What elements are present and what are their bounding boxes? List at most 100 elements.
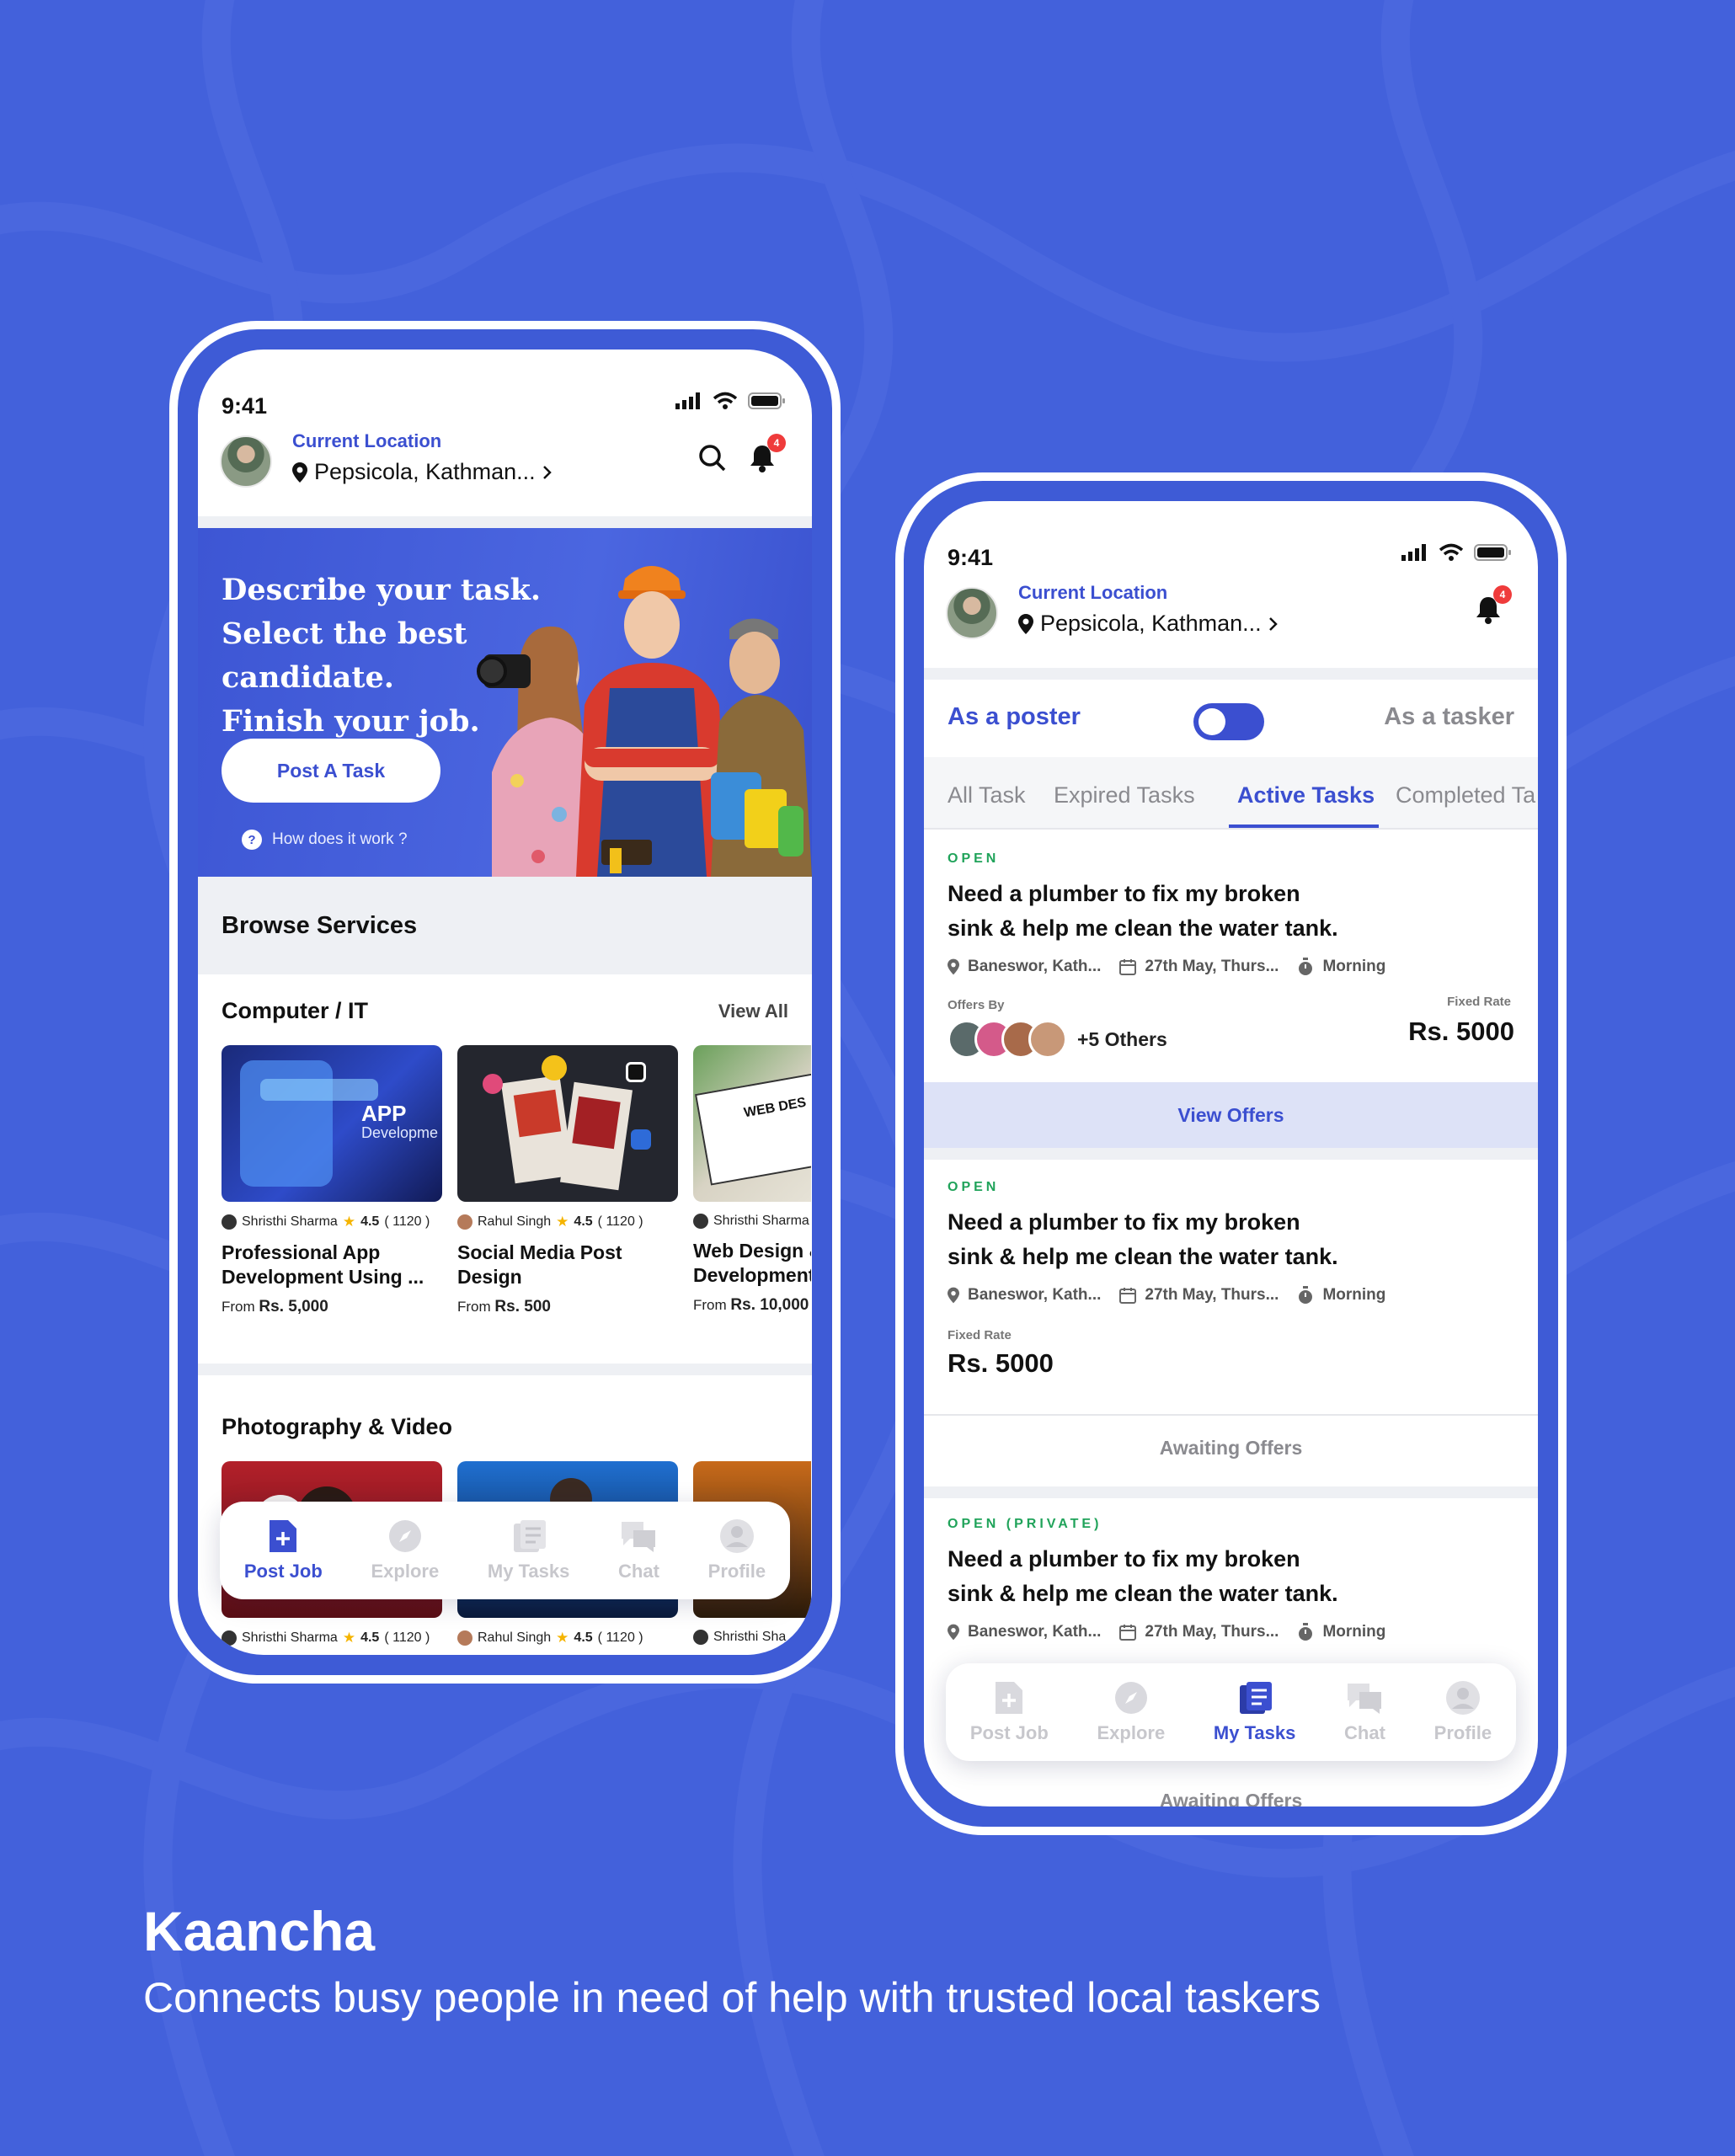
fixed-rate-label: Fixed Rate	[1447, 995, 1511, 1009]
question-icon: ?	[242, 830, 262, 850]
post-a-task-button[interactable]: Post A Task	[222, 739, 440, 803]
user-avatar[interactable]	[946, 587, 998, 639]
nav-post-job[interactable]: Post Job	[970, 1680, 1049, 1744]
provider-name: Shristhi Sharma	[713, 1214, 809, 1228]
nav-explore[interactable]: Explore	[1097, 1680, 1165, 1744]
tab-active-tasks[interactable]: Active Tasks	[1237, 782, 1375, 808]
tab-expired-tasks[interactable]: Expired Tasks	[1054, 782, 1195, 808]
search-button[interactable]	[698, 444, 727, 477]
workers-illustration	[477, 566, 812, 877]
task-meta: Baneswor, Kath... 27th May, Thurs... Mor…	[948, 1623, 1385, 1641]
review-count: ( 1120 )	[384, 1214, 430, 1229]
other-offers-count: +5 Others	[1077, 1028, 1167, 1050]
nav-profile[interactable]: Profile	[1434, 1680, 1492, 1744]
post-job-icon	[996, 1682, 1023, 1714]
chat-icon	[1348, 1684, 1382, 1714]
brand-tagline: Connects busy people in need of help wit…	[143, 1974, 1321, 2021]
signal-icon	[675, 392, 700, 409]
awaiting-offers-status: Awaiting Offers	[924, 1414, 1538, 1480]
provider-name: Rahul Singh	[478, 1214, 552, 1229]
divider	[924, 668, 1538, 680]
service-title: Social Media Post Design	[457, 1241, 622, 1288]
status-bar: 9:41	[198, 350, 812, 425]
task-status: OPEN	[948, 851, 1000, 866]
nav-my-tasks[interactable]: My Tasks	[488, 1518, 569, 1582]
hero-banner: Describe your task. Select the best cand…	[198, 528, 812, 877]
tasks-icon	[513, 1520, 546, 1552]
role-tasker-label[interactable]: As a tasker	[1384, 703, 1514, 731]
task-title: Need a plumber to fix my broken sink & h…	[948, 881, 1338, 941]
chevron-right-icon	[1268, 616, 1278, 631]
nav-profile[interactable]: Profile	[708, 1518, 766, 1582]
status-time: 9:41	[222, 393, 268, 419]
tasks-icon	[1239, 1682, 1272, 1714]
nav-explore[interactable]: Explore	[371, 1518, 439, 1582]
star-icon: ★	[556, 1630, 569, 1646]
task-title: Need a plumber to fix my broken sink & h…	[948, 1546, 1338, 1606]
notifications-button[interactable]: 4	[749, 434, 786, 477]
brand-title: Kaancha	[143, 1900, 376, 1962]
bottom-navigation: Post Job Explore My Tasks Chat Profile	[220, 1502, 790, 1599]
profile-icon	[719, 1519, 754, 1553]
divider	[198, 516, 812, 528]
nav-chat[interactable]: Chat	[1344, 1680, 1385, 1744]
nav-post-job[interactable]: Post Job	[244, 1518, 323, 1582]
notifications-button[interactable]: 4	[1475, 585, 1512, 628]
fixed-rate-label: Fixed Rate	[948, 1328, 1012, 1342]
battery-icon	[1474, 544, 1511, 561]
calendar-icon	[1119, 1288, 1137, 1304]
task-card[interactable]: OPEN Need a plumber to fix my broken sin…	[924, 1160, 1538, 1488]
how-it-works-link[interactable]: ? How does it work ?	[242, 830, 408, 850]
search-icon	[699, 445, 726, 472]
status-time: 9:41	[948, 545, 994, 570]
task-title: Need a plumber to fix my broken sink & h…	[948, 1209, 1338, 1269]
offer-avatars	[948, 1020, 1067, 1059]
map-pin-icon	[948, 1624, 959, 1641]
tab-completed-tasks[interactable]: Completed Ta	[1396, 782, 1535, 808]
tab-all-task[interactable]: All Task	[948, 782, 1026, 808]
stopwatch-icon	[1299, 1286, 1313, 1304]
divider	[198, 1364, 812, 1375]
service-card[interactable]: WEB DES Shristhi Sharma Web Design & Dev…	[693, 1045, 811, 1316]
view-offers-button[interactable]: View Offers	[924, 1082, 1538, 1148]
offers-by-label: Offers By	[948, 998, 1005, 1012]
fixed-rate-value: Rs. 5000	[948, 1348, 1054, 1378]
rating: 4.5	[574, 1630, 593, 1645]
notification-badge: 4	[767, 434, 786, 452]
user-avatar[interactable]	[220, 435, 272, 488]
nav-my-tasks[interactable]: My Tasks	[1214, 1680, 1295, 1744]
phone-my-tasks-screen: 9:41 Current Location Pepsicola, Kathman…	[895, 472, 1567, 1835]
service-title: Professional App Development Using ...	[222, 1241, 424, 1288]
toggle-knob	[1198, 708, 1225, 735]
image-text: APP	[361, 1101, 407, 1126]
image-subtext: Developme	[361, 1124, 439, 1141]
role-toggle[interactable]	[1193, 703, 1264, 740]
nav-chat[interactable]: Chat	[618, 1518, 659, 1582]
task-meta: Baneswor, Kath... 27th May, Thurs... Mor…	[948, 1286, 1385, 1305]
stopwatch-icon	[1299, 958, 1313, 975]
task-card[interactable]: OPEN Need a plumber to fix my broken sin…	[924, 831, 1538, 1151]
section-title: Photography & Video	[222, 1414, 453, 1439]
section-header-photography: Photography & Video	[222, 1414, 788, 1440]
stopwatch-icon	[1299, 1623, 1313, 1641]
star-icon: ★	[342, 1630, 356, 1646]
provider-name: Shristhi Sharma	[242, 1630, 338, 1645]
calendar-icon	[1119, 1625, 1137, 1641]
role-poster-label[interactable]: As a poster	[948, 703, 1081, 731]
location-selector[interactable]: Pepsicola, Kathman...	[292, 459, 553, 485]
view-all-link[interactable]: View All	[718, 1001, 788, 1022]
task-status: OPEN	[948, 1180, 1000, 1194]
chevron-right-icon	[542, 465, 552, 479]
wifi-icon	[713, 392, 738, 409]
awaiting-offers-status: Awaiting Offers	[1159, 1789, 1303, 1807]
browse-services-title: Browse Services	[222, 912, 418, 939]
role-switch-bar: As a poster As a tasker	[924, 680, 1538, 757]
location-selector[interactable]: Pepsicola, Kathman...	[1018, 611, 1279, 637]
active-tab-indicator	[1229, 825, 1379, 828]
service-card[interactable]: Rahul Singh ★ 4.5 ( 1120 ) Social Media …	[457, 1045, 678, 1316]
current-location-label: Current Location	[292, 430, 442, 451]
my-tasks-screen: 9:41 Current Location Pepsicola, Kathman…	[924, 501, 1538, 1806]
service-card[interactable]: APP Developme Shristhi Sharma ★ 4.5 ( 11…	[222, 1045, 442, 1316]
service-price: From Rs. 10,000	[693, 1296, 809, 1314]
profile-icon	[1445, 1681, 1480, 1715]
